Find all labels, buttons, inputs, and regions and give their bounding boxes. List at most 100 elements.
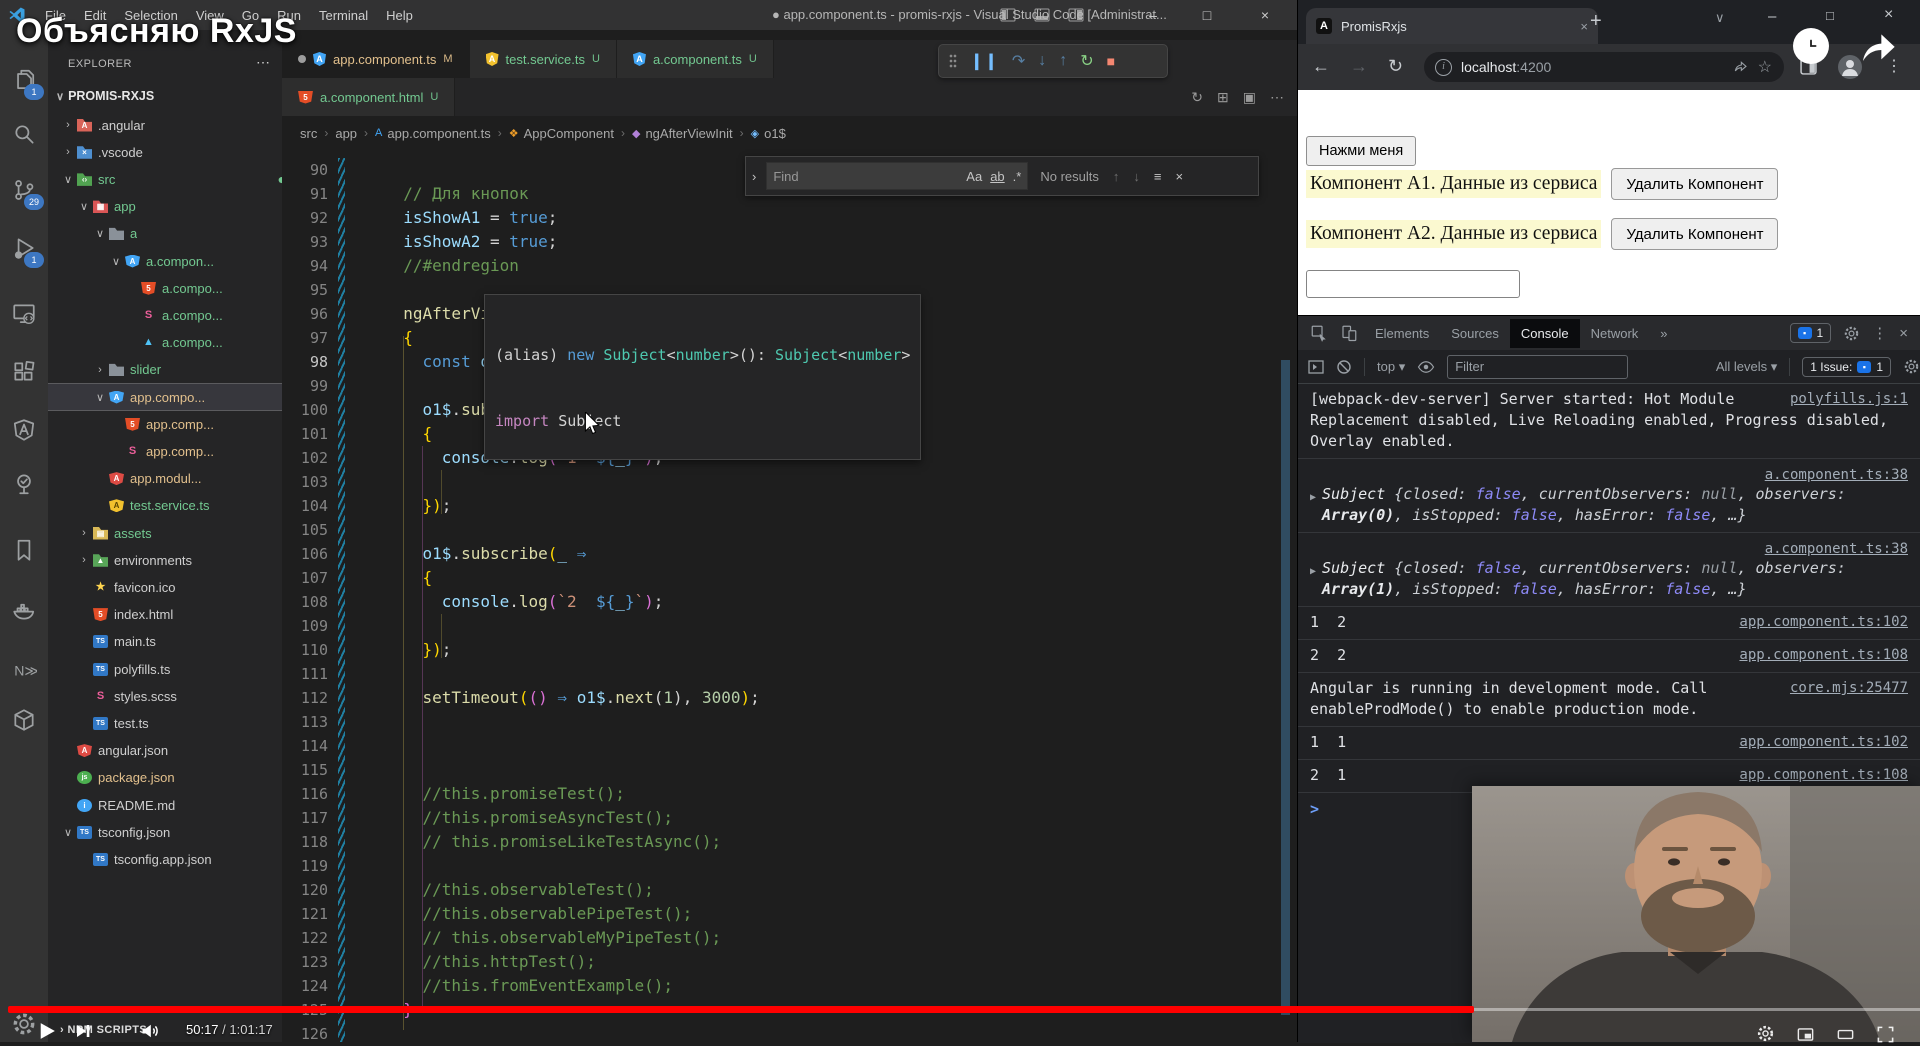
- file-tree-item[interactable]: Aangular.json: [48, 738, 282, 764]
- file-tree-item[interactable]: ∨ Aapp.compo...: [48, 384, 282, 410]
- activity-angular[interactable]: [0, 408, 48, 452]
- breadcrumb-item-app[interactable]: app: [335, 126, 357, 141]
- console-object-preview[interactable]: ▶ Subject {closed: false, currentObserver…: [1310, 558, 1908, 600]
- file-tree-item[interactable]: TS main.ts: [48, 629, 282, 655]
- code-line[interactable]: 114: [282, 734, 1282, 758]
- file-tree-item[interactable]: 5 a.compo...: [48, 275, 282, 301]
- code-line[interactable]: 115: [282, 758, 1282, 782]
- browser-minimize-button[interactable]: –: [1768, 8, 1776, 25]
- console-source-link[interactable]: app.component.ts:102: [1739, 732, 1908, 753]
- code-line[interactable]: 118 // this.promiseLikeTestAsync();: [282, 830, 1282, 854]
- live-expression-eye-icon[interactable]: [1417, 358, 1435, 376]
- delete-component-button[interactable]: Удалить Компонент: [1611, 218, 1779, 250]
- text-input[interactable]: [1306, 270, 1520, 298]
- play-icon[interactable]: [36, 1020, 58, 1042]
- regex-icon[interactable]: .*: [1013, 169, 1022, 184]
- file-tree-item[interactable]: Atest.service.ts: [48, 493, 282, 519]
- activity-testing[interactable]: [0, 462, 48, 506]
- theater-mode-icon[interactable]: [1836, 1025, 1855, 1044]
- console-sidebar-icon[interactable]: [1308, 359, 1324, 375]
- console-messages-badge[interactable]: ▪ 1: [1789, 323, 1832, 343]
- file-tree-item[interactable]: ∨a●: [48, 221, 282, 247]
- log-levels-selector[interactable]: All levels ▾: [1716, 359, 1777, 375]
- file-tree-item[interactable]: ▲ a.compo...: [48, 330, 282, 356]
- match-case-icon[interactable]: Aa: [966, 169, 982, 184]
- menu-terminal[interactable]: Terminal: [310, 8, 377, 23]
- breadcrumb-item-o1$[interactable]: ◈ o1$: [751, 126, 786, 141]
- code-line[interactable]: 94 //#endregion: [282, 254, 1282, 278]
- explorer-more-icon[interactable]: ⋯: [256, 54, 270, 71]
- stop-icon[interactable]: ■: [1107, 53, 1115, 69]
- code-line[interactable]: 93 isShowA2 = true;: [282, 230, 1282, 254]
- devtools-tab-elements[interactable]: Elements: [1364, 319, 1440, 348]
- file-tree-item[interactable]: TS tsconfig.app.json: [48, 846, 282, 872]
- expand-arrow-icon[interactable]: ▶: [1310, 484, 1316, 526]
- tab-close-icon[interactable]: ×: [1580, 19, 1588, 34]
- drag-handle-icon[interactable]: [949, 54, 957, 68]
- window-maximize-button[interactable]: □: [1190, 0, 1224, 30]
- activity-source-control[interactable]: 29: [0, 168, 48, 212]
- code-line[interactable]: 106 o1$.subscribe(_ ⇒: [282, 542, 1282, 566]
- expand-arrow-icon[interactable]: ▶: [1310, 558, 1316, 600]
- timeline-icon[interactable]: ↻: [1191, 89, 1203, 106]
- code-line[interactable]: 92 isShowA1 = true;: [282, 206, 1282, 230]
- code-line[interactable]: 113: [282, 710, 1282, 734]
- split-editor-icon[interactable]: ⊞: [1217, 89, 1229, 106]
- find-collapse-icon[interactable]: ›: [752, 169, 756, 184]
- console-settings-gear-icon[interactable]: [1903, 358, 1920, 375]
- file-tree-item[interactable]: ∨ ‹› src ●: [48, 166, 282, 192]
- pause-icon[interactable]: ❙❙: [970, 51, 999, 71]
- menu-help[interactable]: Help: [377, 8, 422, 23]
- console-source-link[interactable]: a.component.ts:38: [1765, 541, 1908, 557]
- video-share-icon[interactable]: [1856, 26, 1900, 66]
- console-source-link[interactable]: polyfills.js:1: [1790, 389, 1908, 410]
- file-tree-item[interactable]: Sapp.comp...: [48, 438, 282, 464]
- code-editor[interactable]: 90 91 // Для кнопок 92 isShowA1 = true; 93 …: [282, 158, 1282, 1042]
- whole-word-icon[interactable]: ab: [990, 169, 1004, 184]
- file-tree-item[interactable]: i README.md: [48, 792, 282, 818]
- code-line[interactable]: 103: [282, 470, 1282, 494]
- browser-tab[interactable]: A PromisRxjs ×: [1306, 8, 1598, 44]
- breadcrumb-item-AppComponent[interactable]: ❖ AppComponent: [509, 126, 614, 141]
- console-source-link[interactable]: app.component.ts:102: [1739, 612, 1908, 633]
- file-tree-item[interactable]: Sstyles.scss: [48, 683, 282, 709]
- more-actions-icon[interactable]: ⋯: [1270, 89, 1284, 106]
- volume-icon[interactable]: [140, 1021, 160, 1041]
- code-line[interactable]: 126: [282, 1022, 1282, 1042]
- breadcrumb-item-src[interactable]: src: [300, 126, 317, 141]
- step-out-icon[interactable]: ↑: [1059, 52, 1067, 70]
- file-tree-item[interactable]: ∨▦app●: [48, 194, 282, 220]
- code-line[interactable]: 105: [282, 518, 1282, 542]
- console-object-preview[interactable]: ▶ Subject {closed: false, currentObserver…: [1310, 484, 1908, 526]
- fullscreen-icon[interactable]: [1876, 1025, 1895, 1044]
- step-into-icon[interactable]: ↓: [1038, 52, 1046, 70]
- miniplayer-icon[interactable]: [1796, 1025, 1815, 1044]
- devtools-close-icon[interactable]: ×: [1899, 325, 1908, 342]
- window-minimize-button[interactable]: –: [1136, 0, 1170, 30]
- step-over-icon[interactable]: ↷: [1012, 51, 1025, 71]
- file-tree-item[interactable]: ∨ TS tsconfig.json: [48, 819, 282, 845]
- back-icon[interactable]: ←: [1312, 56, 1330, 77]
- window-close-button[interactable]: ×: [1248, 0, 1282, 30]
- clear-console-icon[interactable]: [1336, 359, 1352, 375]
- find-previous-icon[interactable]: ↑: [1113, 169, 1120, 184]
- console-source-link[interactable]: app.component.ts:108: [1739, 645, 1908, 666]
- browser-chevron-icon[interactable]: ∨: [1715, 10, 1725, 26]
- activity-package-explorer[interactable]: [0, 698, 48, 742]
- console-source-link[interactable]: app.component.ts:108: [1739, 765, 1908, 786]
- code-line[interactable]: 110 });: [282, 638, 1282, 662]
- activity-run-and-debug[interactable]: 1: [0, 226, 48, 270]
- code-line[interactable]: 116 //this.promiseTest();: [282, 782, 1282, 806]
- reload-icon[interactable]: ↻: [1388, 56, 1403, 77]
- breadcrumb-item-app.component.ts[interactable]: Aapp.component.ts: [375, 126, 491, 141]
- find-in-selection-icon[interactable]: ≡: [1154, 169, 1162, 184]
- new-tab-button[interactable]: +: [1590, 10, 1602, 33]
- browser-close-button[interactable]: ×: [1884, 6, 1893, 24]
- file-tree-item[interactable]: Sa.compo...: [48, 302, 282, 328]
- code-line[interactable]: 117 //this.promiseAsyncTest();: [282, 806, 1282, 830]
- file-tree-item[interactable]: › ▤ assets: [48, 520, 282, 546]
- find-input[interactable]: Find Aa ab .*: [766, 162, 1029, 190]
- code-line[interactable]: 121 //this.observablePipeTest();: [282, 902, 1282, 926]
- more-tabs-icon[interactable]: »: [1649, 319, 1678, 348]
- player-settings-gear-icon[interactable]: [1756, 1024, 1775, 1043]
